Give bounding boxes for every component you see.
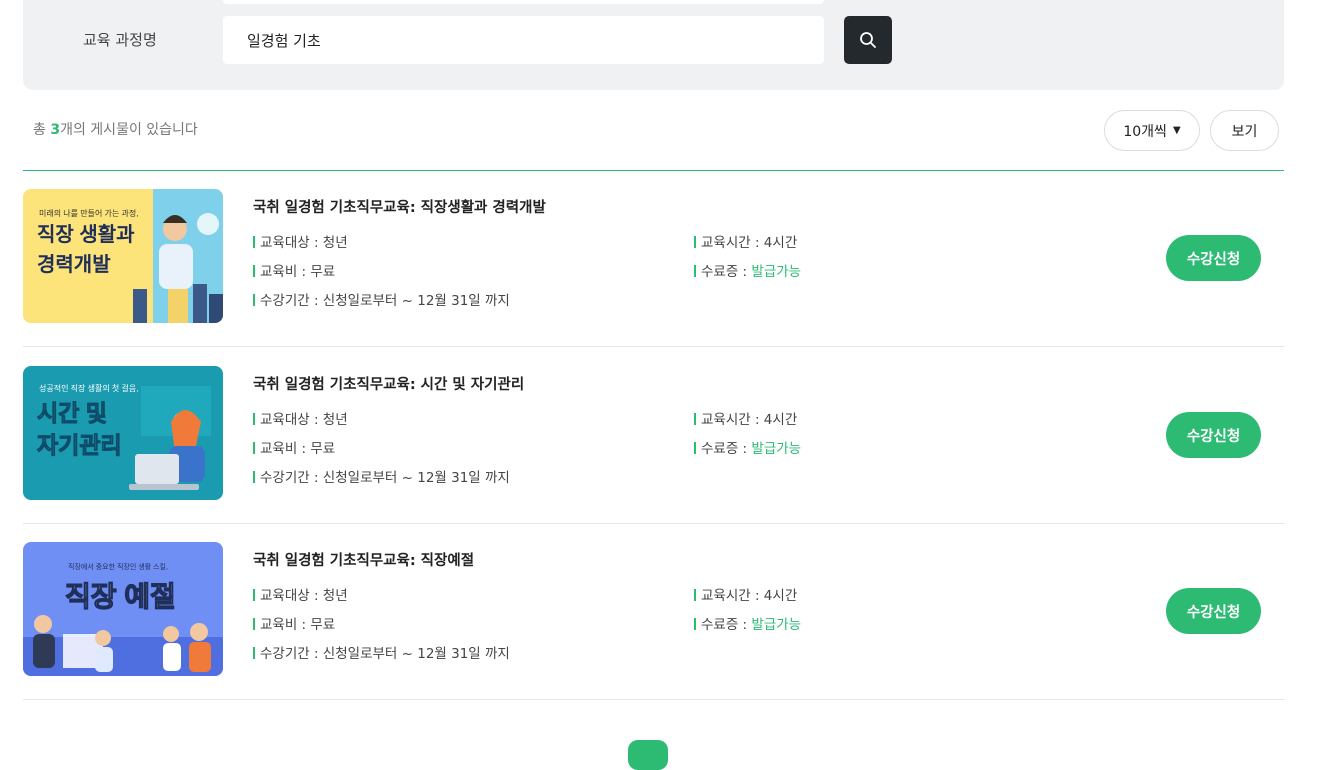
course-fee: 교육비 : 무료 bbox=[253, 263, 335, 281]
course-target-text: 교육대상 : 청년 bbox=[260, 588, 348, 604]
course-cert-value: 발급가능 bbox=[751, 617, 802, 633]
course-row: 미래의 나를 만들어 가는 과정, 직장 생활과 경력개발 국취 일경험 기초직… bbox=[23, 171, 1284, 347]
course-target: 교육대상 : 청년 bbox=[253, 587, 348, 605]
apply-button[interactable]: 수강신청 bbox=[1166, 412, 1261, 458]
course-hours: 교육시간 : 4시간 bbox=[694, 234, 797, 252]
course-hours-text: 교육시간 : 4시간 bbox=[701, 588, 798, 604]
total-suffix: 개의 게시물이 있습니다 bbox=[60, 122, 198, 138]
course-fee-text: 교육비 : 무료 bbox=[260, 617, 336, 633]
course-target: 교육대상 : 청년 bbox=[253, 411, 348, 429]
course-thumbnail[interactable]: 성공적인 직장 생활의 첫 걸음, 시간 및 자기관리 bbox=[23, 366, 223, 500]
thumb-subtitle: 미래의 나를 만들어 가는 과정, bbox=[39, 208, 138, 218]
course-target-text: 교육대상 : 청년 bbox=[260, 412, 348, 428]
thumb-subtitle: 직장에서 중요한 직장인 생활 스킬, bbox=[68, 562, 168, 571]
per-page-value: 10개씩 bbox=[1123, 123, 1167, 140]
thumb-title-line2: 자기관리 bbox=[37, 432, 122, 458]
course-period-text: 수강기간 : 신청일로부터 ~ 12월 31일 까지 bbox=[260, 293, 510, 309]
course-period: 수강기간 : 신청일로부터 ~ 12월 31일 까지 bbox=[253, 645, 510, 663]
course-title[interactable]: 국취 일경험 기초직무교육: 직장예절 bbox=[253, 551, 474, 571]
apply-button[interactable]: 수강신청 bbox=[1166, 588, 1261, 634]
course-hours: 교육시간 : 4시간 bbox=[694, 411, 797, 429]
pagination-current-page[interactable] bbox=[628, 740, 668, 770]
course-name-label: 교육 과정명 bbox=[83, 31, 157, 49]
course-period-text: 수강기간 : 신청일로부터 ~ 12월 31일 까지 bbox=[260, 646, 510, 662]
course-hours-text: 교육시간 : 4시간 bbox=[701, 235, 798, 251]
course-title[interactable]: 국취 일경험 기초직무교육: 시간 및 자기관리 bbox=[253, 375, 524, 395]
apply-button[interactable]: 수강신청 bbox=[1166, 235, 1261, 281]
search-icon bbox=[860, 32, 876, 48]
course-certificate: 수료증 : 발급가능 bbox=[694, 263, 801, 281]
course-row: 직장에서 중요한 직장인 생활 스킬, 직장 예절 국취 일경험 기초직무교육:… bbox=[23, 524, 1284, 700]
course-certificate: 수료증 : 발급가능 bbox=[694, 440, 801, 458]
course-fee: 교육비 : 무료 bbox=[253, 440, 335, 458]
course-thumbnail[interactable]: 미래의 나를 만들어 가는 과정, 직장 생활과 경력개발 bbox=[23, 189, 223, 323]
course-title[interactable]: 국취 일경험 기초직무교육: 직장생활과 경력개발 bbox=[253, 198, 546, 218]
total-count-text: 총 3개의 게시물이 있습니다 bbox=[33, 120, 198, 140]
course-thumbnail[interactable]: 직장에서 중요한 직장인 생활 스킬, 직장 예절 bbox=[23, 542, 223, 676]
course-period-text: 수강기간 : 신청일로부터 ~ 12월 31일 까지 bbox=[260, 470, 510, 486]
course-period: 수강기간 : 신청일로부터 ~ 12월 31일 까지 bbox=[253, 292, 510, 310]
total-prefix: 총 bbox=[33, 122, 51, 138]
previous-search-field[interactable] bbox=[223, 0, 824, 4]
search-button[interactable] bbox=[844, 16, 892, 64]
thumb-subtitle: 성공적인 직장 생활의 첫 걸음, bbox=[39, 383, 138, 393]
view-button[interactable]: 보기 bbox=[1210, 110, 1279, 151]
thumb-title-line2: 경력개발 bbox=[37, 253, 111, 276]
course-row: 성공적인 직장 생활의 첫 걸음, 시간 및 자기관리 국취 일경험 기초직무교… bbox=[23, 348, 1284, 524]
thumb-title-line1: 시간 및 bbox=[37, 400, 107, 426]
thumb-title-line1: 직장 예절 bbox=[65, 581, 176, 612]
course-name-input[interactable] bbox=[223, 16, 824, 64]
course-cert-value: 발급가능 bbox=[751, 264, 802, 280]
course-cert-value: 발급가능 bbox=[751, 441, 802, 457]
course-hours-text: 교육시간 : 4시간 bbox=[701, 412, 798, 428]
course-cert-label: 수료증 : bbox=[701, 441, 752, 457]
course-hours: 교육시간 : 4시간 bbox=[694, 587, 797, 605]
course-fee: 교육비 : 무료 bbox=[253, 616, 335, 634]
course-period: 수강기간 : 신청일로부터 ~ 12월 31일 까지 bbox=[253, 469, 510, 487]
course-fee-text: 교육비 : 무료 bbox=[260, 264, 336, 280]
caret-down-icon: ▼ bbox=[1172, 125, 1181, 136]
course-cert-label: 수료증 : bbox=[701, 617, 752, 633]
course-certificate: 수료증 : 발급가능 bbox=[694, 616, 801, 634]
course-cert-label: 수료증 : bbox=[701, 264, 752, 280]
course-fee-text: 교육비 : 무료 bbox=[260, 441, 336, 457]
total-count: 3 bbox=[50, 122, 61, 138]
course-target-text: 교육대상 : 청년 bbox=[260, 235, 348, 251]
course-target: 교육대상 : 청년 bbox=[253, 234, 348, 252]
thumb-title-line1: 직장 생활과 bbox=[37, 223, 135, 246]
per-page-select[interactable]: 10개씩 ▼ bbox=[1104, 110, 1200, 151]
